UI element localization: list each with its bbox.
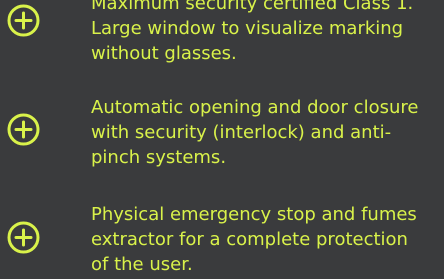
feature-line: extractor for a complete protection bbox=[91, 229, 408, 250]
feature-text: Physical emergency stop and fumes extrac… bbox=[91, 202, 444, 277]
plus-circle-icon bbox=[7, 4, 40, 37]
feature-line: Maximum security certified Class 1. bbox=[91, 0, 414, 14]
plus-circle-icon bbox=[7, 113, 40, 146]
feature-line: Large window to visualize marking bbox=[91, 18, 404, 39]
feature-list: Maximum security certified Class 1. Larg… bbox=[0, 0, 444, 279]
feature-line: without glasses. bbox=[91, 43, 237, 64]
feature-text: Automatic opening and door closure with … bbox=[91, 95, 444, 170]
feature-line: Physical emergency stop and fumes bbox=[91, 204, 417, 225]
feature-line: Automatic opening and door closure bbox=[91, 97, 419, 118]
plus-circle-icon bbox=[7, 221, 40, 254]
feature-line: of the user. bbox=[91, 254, 193, 275]
feature-line: pinch systems. bbox=[91, 147, 227, 168]
feature-text: Maximum security certified Class 1. Larg… bbox=[91, 0, 444, 66]
feature-line: with security (interlock) and anti- bbox=[91, 122, 392, 143]
